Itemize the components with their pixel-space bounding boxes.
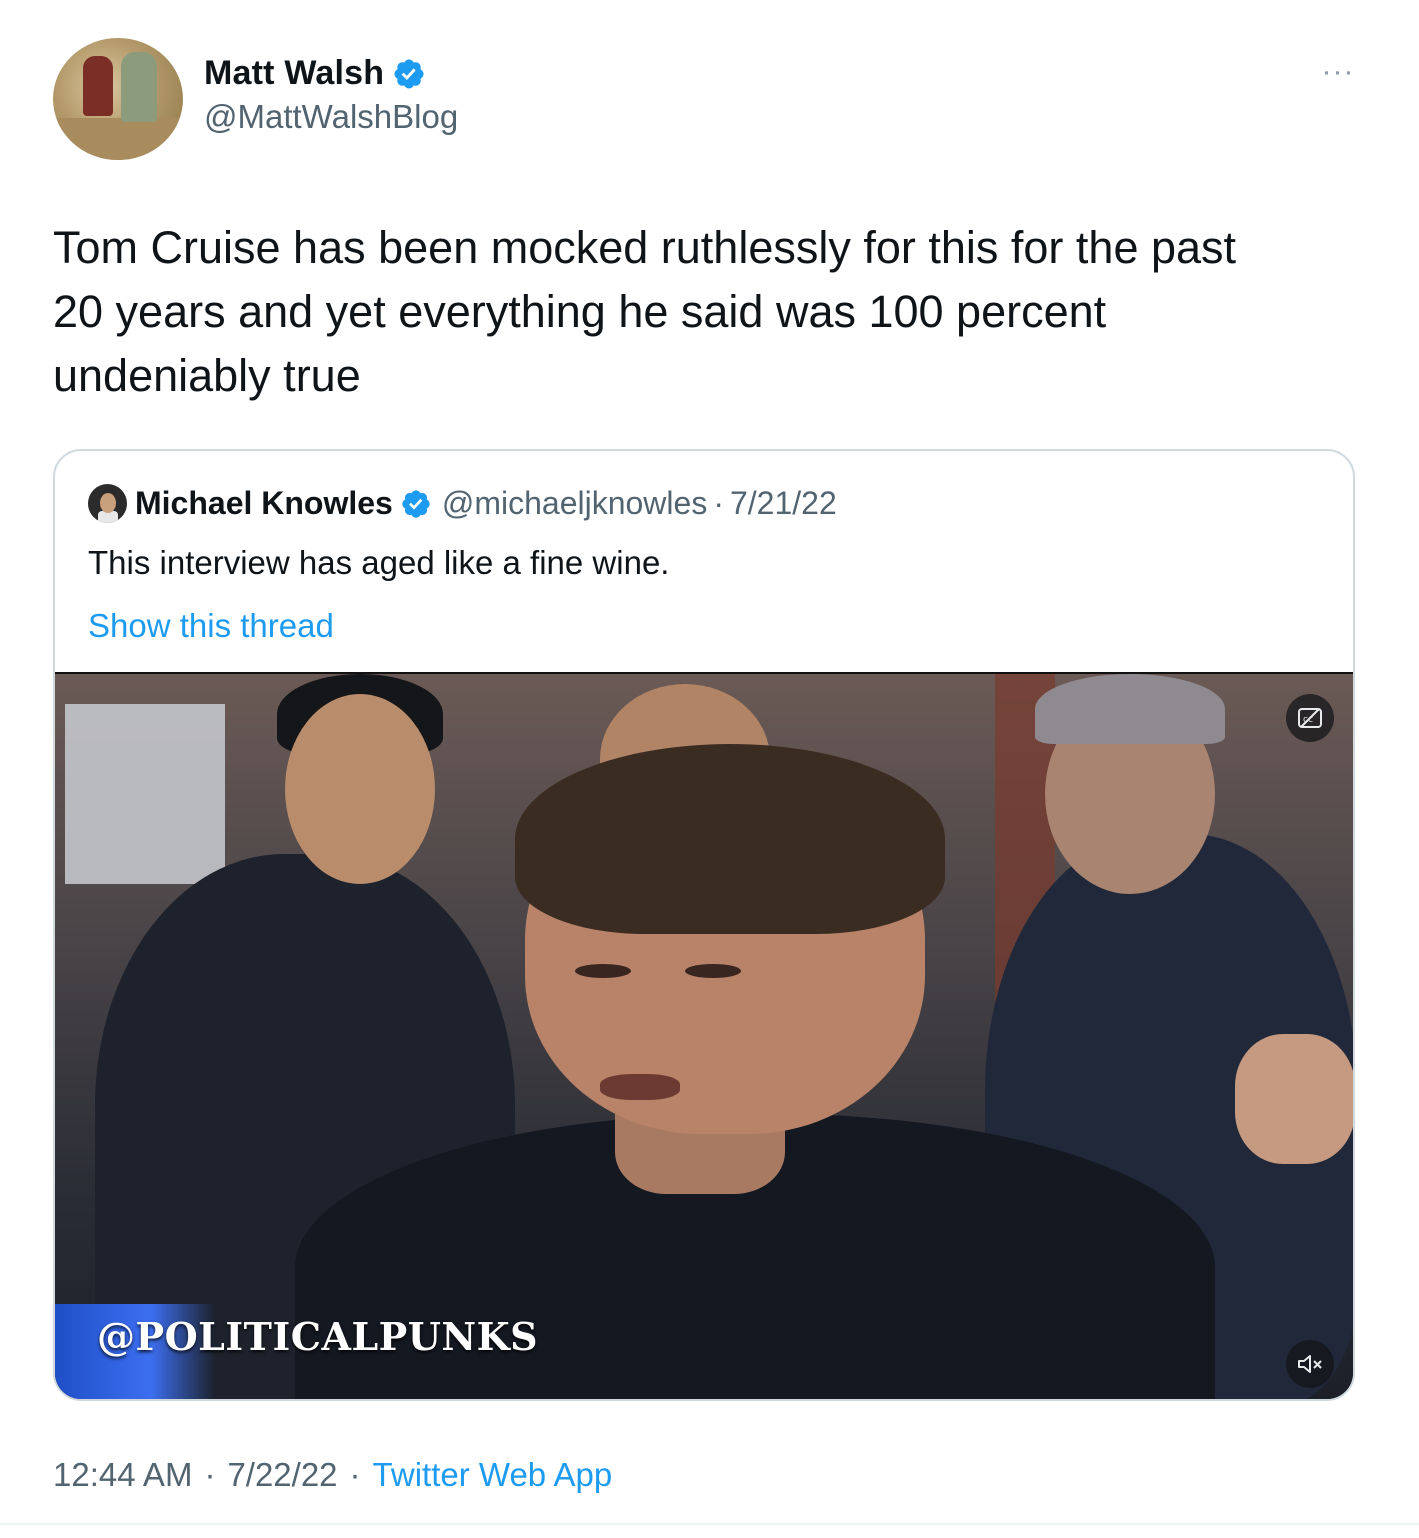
quoted-tweet-card[interactable]: Michael Knowles @michaeljknowles · 7/21/… — [53, 449, 1355, 1401]
quoted-separator: · — [713, 485, 724, 521]
quoted-tweet-date: 7/21/22 — [729, 485, 837, 521]
quoted-author-handle: @michaeljknowles — [441, 485, 708, 521]
muted-speaker-icon[interactable] — [1286, 1340, 1334, 1388]
author-handle[interactable]: @MattWalshBlog — [204, 98, 458, 136]
tweet-source-link[interactable]: Twitter Web App — [373, 1456, 613, 1494]
show-thread-link[interactable]: Show this thread — [88, 607, 334, 645]
tweet-text: Tom Cruise has been mocked ruthlessly fo… — [53, 222, 1237, 401]
closed-captions-icon[interactable]: cc — [1286, 694, 1334, 742]
tweet-container: Matt Walsh @MattWalshBlog ··· Tom Cruise… — [0, 0, 1419, 1538]
meta-separator: · — [204, 1456, 216, 1493]
more-options-icon[interactable]: ··· — [1318, 57, 1358, 87]
tweet-time[interactable]: 12:44 AM — [53, 1456, 192, 1494]
quoted-author-avatar — [88, 484, 127, 523]
quoted-tweet-header: Michael Knowles @michaeljknowles · 7/21/… — [88, 484, 837, 523]
author-name-row: Matt Walsh — [204, 54, 426, 93]
meta-separator: · — [349, 1456, 361, 1493]
author-display-name[interactable]: Matt Walsh — [204, 54, 384, 93]
divider — [0, 1523, 1419, 1525]
quoted-verified-badge-icon — [402, 489, 430, 518]
quoted-tweet-text: This interview has aged like a fine wine… — [88, 544, 670, 581]
verified-badge-icon — [394, 58, 424, 89]
author-avatar[interactable] — [53, 38, 183, 160]
video-player[interactable]: @POLITICALPUNKS cc — [55, 672, 1353, 1399]
tweet-date[interactable]: 7/22/22 — [227, 1456, 337, 1494]
video-watermark: @POLITICALPUNKS — [97, 1314, 539, 1359]
quoted-author-display-name: Michael Knowles — [135, 485, 393, 521]
tweet-meta: 12:44 AM · 7/22/22 · Twitter Web App — [53, 1456, 612, 1494]
